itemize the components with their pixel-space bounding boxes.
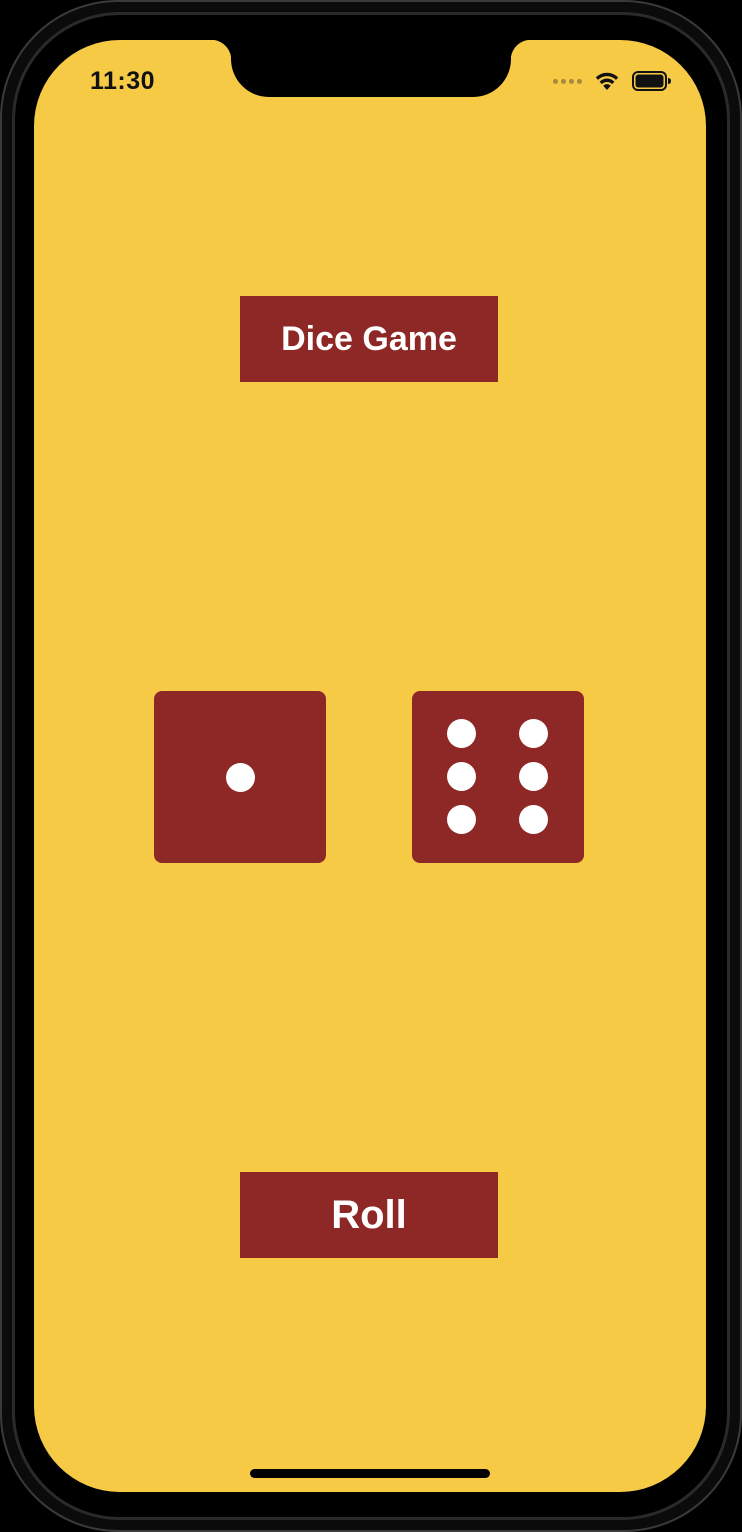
die-pip xyxy=(226,763,255,792)
die-pip xyxy=(447,762,476,791)
status-icons xyxy=(553,68,672,94)
signal-dots-icon xyxy=(553,78,582,84)
wifi-icon xyxy=(595,72,619,90)
battery-icon xyxy=(632,71,671,91)
page-title: Dice Game xyxy=(240,296,498,382)
die-pip xyxy=(519,719,548,748)
right-die xyxy=(412,691,584,863)
notch xyxy=(211,40,531,97)
status-time: 11:30 xyxy=(90,67,156,95)
left-die xyxy=(154,691,326,863)
die-pip xyxy=(447,805,476,834)
roll-button[interactable]: Roll xyxy=(240,1172,498,1258)
die-pip xyxy=(519,805,548,834)
app-screen: 11:30 Dice Game Roll xyxy=(34,40,706,1492)
die-pip xyxy=(447,719,476,748)
home-indicator[interactable] xyxy=(250,1469,490,1478)
die-pip xyxy=(519,762,548,791)
